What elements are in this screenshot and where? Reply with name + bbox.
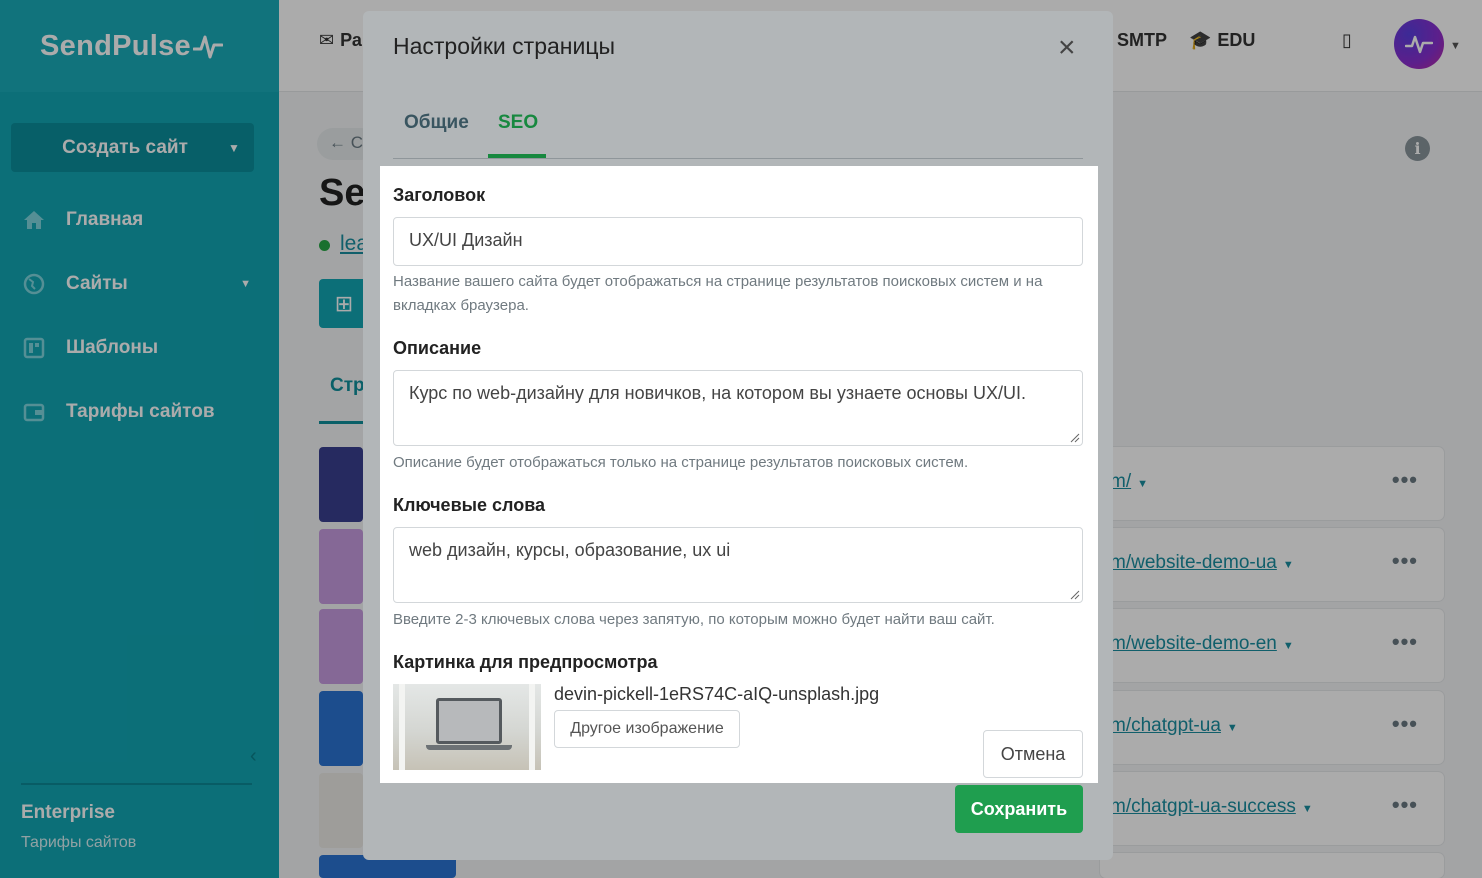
title-input[interactable]: UX/UI Дизайн [393, 217, 1083, 266]
preview-image-thumbnail [393, 684, 541, 770]
resize-handle-icon[interactable] [1070, 590, 1080, 600]
keywords-text: web дизайн, курсы, образование, ux ui [409, 540, 731, 560]
preview-image-label: Картинка для предпросмотра [393, 652, 658, 672]
description-text: Курс по web-дизайну для новичков, на кот… [409, 383, 1026, 403]
modal-tabs: Общие SEO [393, 95, 1083, 159]
save-button[interactable]: Сохранить [955, 785, 1083, 833]
laptop-image [436, 698, 502, 744]
keywords-textarea[interactable]: web дизайн, курсы, образование, ux ui [393, 527, 1083, 603]
change-image-button[interactable]: Другое изображение [554, 710, 740, 748]
title-field-label: Заголовок [393, 185, 486, 205]
keywords-help-text: Введите 2-3 ключевых слова через запятую… [393, 611, 995, 628]
title-help-text: Название вашего сайта будет отображаться… [393, 273, 1043, 314]
resize-handle-icon[interactable] [1070, 433, 1080, 443]
description-field-label: Описание [393, 338, 482, 358]
keywords-field-label: Ключевые слова [393, 495, 546, 515]
description-textarea[interactable]: Курс по web-дизайну для новичков, на кот… [393, 370, 1083, 446]
seo-settings-panel: Заголовок UX/UI Дизайн Название вашего с… [380, 166, 1098, 783]
close-icon[interactable]: × [1058, 33, 1076, 63]
modal-title: Настройки страницы [393, 33, 616, 59]
tab-general[interactable]: Общие [404, 112, 469, 134]
preview-filename: devin-pickell-1eRS74C-aIQ-unsplash.jpg [554, 684, 880, 704]
tab-active-indicator [488, 154, 546, 158]
tab-seo[interactable]: SEO [498, 112, 538, 134]
description-help-text: Описание будет отображаться только на ст… [393, 454, 969, 471]
cancel-button[interactable]: Отмена [983, 730, 1083, 778]
